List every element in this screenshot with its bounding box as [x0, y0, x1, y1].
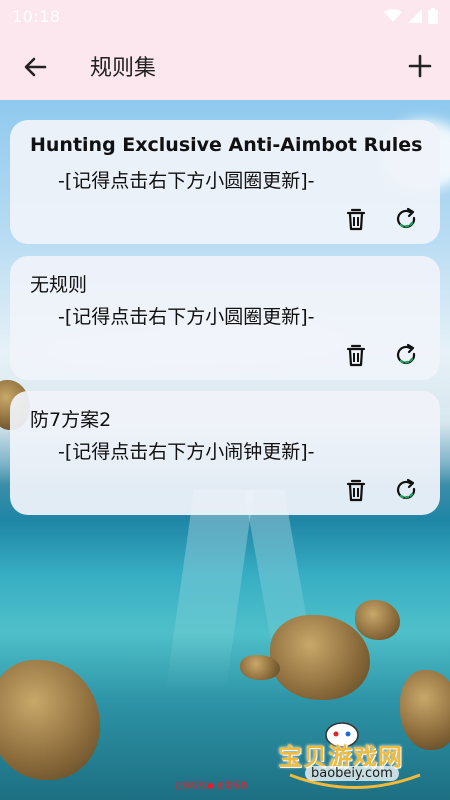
status-icons — [384, 8, 438, 24]
delete-button[interactable] — [343, 206, 369, 232]
rock — [355, 600, 400, 640]
status-bar: 10:18 — [0, 0, 450, 32]
back-button[interactable] — [20, 52, 50, 82]
refresh-icon — [397, 478, 416, 500]
rule-subtitle: -[记得点击右下方小圆圈更新]- — [58, 170, 315, 192]
wifi-icon — [384, 9, 402, 22]
refresh-icon — [397, 207, 416, 229]
delete-button[interactable] — [343, 342, 369, 368]
refresh-button[interactable] — [393, 477, 419, 503]
app-bar: 规则集 — [0, 32, 450, 100]
trash-icon — [346, 479, 366, 502]
battery-icon — [428, 8, 438, 24]
rule-subtitle: -[记得点击右下方小闹钟更新]- — [58, 441, 315, 463]
rule-title: Hunting Exclusive Anti-Aimbot Rules — [30, 134, 423, 156]
footer-note: 正规版权● 正常授权 — [175, 781, 249, 790]
signal-icon — [408, 9, 422, 23]
watermark-domain: baobeiy.com — [305, 766, 399, 781]
rule-title: 无规则 — [30, 274, 88, 296]
rule-card[interactable]: Hunting Exclusive Anti-Aimbot Rules -[记得… — [10, 120, 440, 244]
refresh-button[interactable] — [393, 206, 419, 232]
rule-card[interactable]: 防7方案2 -[记得点击右下方小闹钟更新]- — [10, 391, 440, 515]
trash-icon — [346, 208, 366, 231]
delete-button[interactable] — [343, 477, 369, 503]
refresh-button[interactable] — [393, 342, 419, 368]
rule-card[interactable]: 无规则 -[记得点击右下方小圆圈更新]- — [10, 256, 440, 380]
rule-title: 防7方案2 — [30, 409, 112, 431]
rock — [0, 660, 100, 780]
add-button[interactable] — [404, 50, 436, 82]
page-title: 规则集 — [90, 56, 157, 81]
rule-subtitle: -[记得点击右下方小圆圈更新]- — [58, 306, 315, 328]
rock — [270, 615, 370, 700]
rock — [240, 655, 280, 680]
status-time: 10:18 — [12, 6, 61, 26]
trash-icon — [346, 344, 366, 367]
refresh-icon — [397, 343, 416, 365]
